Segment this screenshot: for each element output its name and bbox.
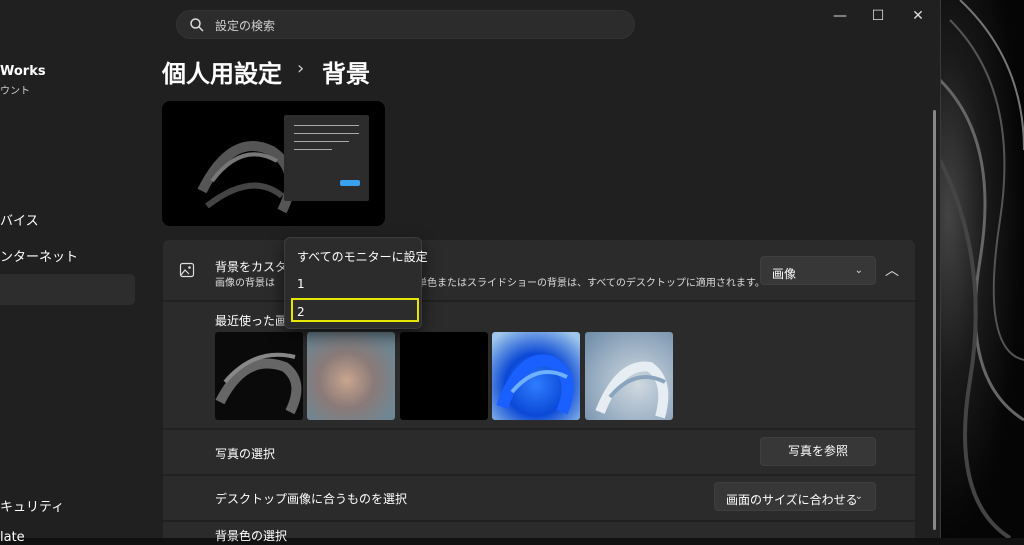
breadcrumb-separator: › — [297, 58, 305, 79]
recent-image-thumbnail[interactable] — [307, 332, 395, 420]
image-icon — [179, 262, 195, 278]
background-type-dropdown[interactable]: 画像 ⌄ — [760, 256, 876, 285]
desktop-wallpaper — [940, 0, 1024, 538]
scrollbar[interactable] — [933, 110, 936, 530]
photo-choose-row: 写真の選択 写真を参照 — [163, 430, 915, 474]
sidebar-item-network[interactable]: ンターネット — [0, 246, 78, 265]
preview-window-card — [284, 115, 369, 201]
menu-item-monitor-1[interactable]: 1 — [297, 277, 305, 291]
search-icon — [190, 18, 204, 32]
fit-choose-row: デスクトップ画像に合うものを選択 画面のサイズに合わせる ⌄ — [163, 476, 915, 520]
wallpaper-swirl — [940, 0, 1024, 538]
recent-image-thumbnail[interactable] — [400, 332, 488, 420]
minimize-button[interactable]: — — [830, 8, 850, 26]
sidebar-item-personalization[interactable] — [0, 274, 135, 305]
recent-images-label: 最近使った画 — [215, 314, 288, 328]
maximize-button[interactable]: ☐ — [868, 8, 888, 26]
recent-image-thumbnail[interactable] — [492, 332, 580, 420]
sidebar-item-devices[interactable]: バイス — [0, 210, 39, 229]
search-box[interactable]: 設定の検索 — [176, 10, 635, 39]
account-subtitle: ウント — [0, 86, 30, 97]
close-button[interactable]: ✕ — [908, 8, 928, 26]
bg-color-label: 背景色の選択 — [215, 529, 288, 543]
sidebar-item-security[interactable]: キュリティ — [0, 496, 64, 515]
recent-image-thumbnail[interactable] — [215, 332, 303, 420]
menu-focus-ring — [291, 298, 419, 322]
thumb-blue-bloom — [496, 354, 574, 415]
search-input[interactable]: 設定の検索 — [215, 17, 275, 34]
photo-choose-label: 写真の選択 — [215, 447, 276, 461]
thumb-dark-swirl — [215, 352, 302, 415]
fit-dropdown-value: 画面のサイズに合わせる — [726, 493, 858, 507]
account-name: Works — [0, 64, 46, 79]
background-description-left: 画像の背景は — [215, 278, 275, 289]
breadcrumb-parent[interactable]: 個人用設定 — [162, 54, 282, 89]
thumb-light-bloom — [595, 361, 669, 419]
menu-item-all-monitors[interactable]: すべてのモニターに設定 — [297, 248, 428, 265]
background-preview — [162, 101, 385, 226]
collapse-chevron-icon[interactable]: ︿ — [885, 260, 899, 280]
fit-dropdown[interactable]: 画面のサイズに合わせる ⌄ — [714, 482, 876, 511]
chevron-down-icon: ⌄ — [854, 491, 863, 502]
background-type-value: 画像 — [772, 267, 797, 281]
background-type-row: 背景をカスタマ 画像の背景は 単色またはスライドショーの背景は、すべてのデスクト… — [163, 240, 915, 300]
settings-window: Works ウント バイス ンターネット キュリティ late 設定の検索 — … — [0, 0, 941, 545]
sidebar: Works ウント バイス ンターネット キュリティ late — [0, 0, 150, 545]
menu-item-monitor-2[interactable]: 2 — [297, 305, 305, 319]
background-description-right: 単色またはスライドショーの背景は、すべてのデスクトップに適用されます。 — [417, 278, 765, 289]
browse-photos-button[interactable]: 写真を参照 — [760, 437, 876, 466]
chevron-down-icon: ⌄ — [854, 265, 863, 276]
page-title: 背景 — [322, 60, 370, 88]
bg-color-row: 背景色の選択 — [163, 522, 915, 543]
fit-choose-label: デスクトップ画像に合うものを選択 — [215, 492, 408, 506]
recent-image-thumbnail[interactable] — [585, 332, 673, 420]
monitor-context-menu: すべてのモニターに設定 1 2 — [284, 237, 428, 329]
